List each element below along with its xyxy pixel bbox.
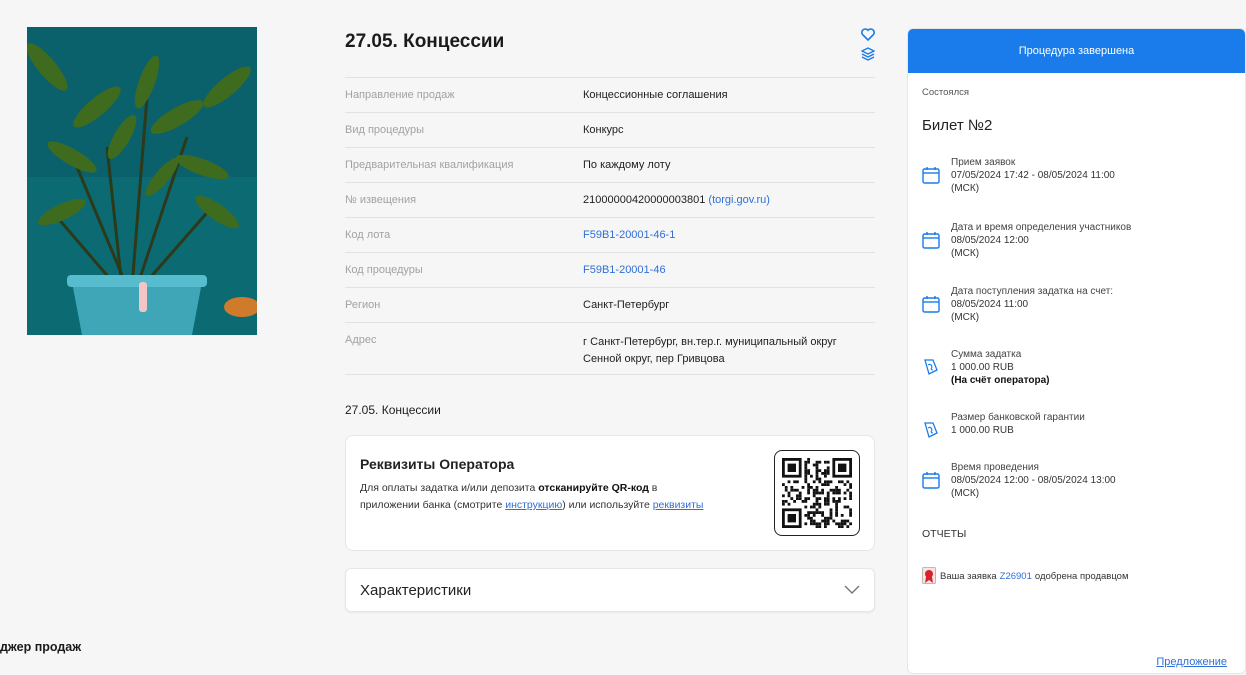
qr-code-image: [782, 458, 852, 528]
lot-photo[interactable]: [27, 27, 257, 335]
calendar-icon: [922, 296, 940, 313]
money-icon: [924, 359, 938, 375]
notice-number: 21000000420000003801: [583, 193, 706, 206]
property-label: № извещения: [345, 194, 417, 206]
info-item: Сумма задатка 1 000.00 RUB (На счёт операт…: [922, 348, 1050, 387]
property-value: Концессионные соглашения: [583, 88, 728, 101]
property-label: Код лота: [345, 229, 391, 241]
info-value: 08/05/2024 12:00 - 08/05/2024 13:00: [951, 475, 1116, 486]
calendar-icon: [922, 472, 940, 489]
calendar-icon: [922, 167, 940, 184]
status-banner: Процедура завершена: [908, 29, 1245, 73]
outcome-text: Состоялся: [922, 87, 970, 98]
info-label: Дата поступления задатка на счет:: [951, 286, 1114, 297]
info-note: (На счёт оператора): [951, 375, 1050, 386]
property-label: Направление продаж: [345, 89, 455, 101]
application-notice: Ваша заявка Z26901 одобрена продавцом: [922, 567, 1129, 585]
lot-name: 27.05. Концессии: [345, 403, 441, 417]
info-note: (МСК): [951, 183, 980, 194]
characteristics-title: Характеристики: [360, 581, 472, 599]
info-note: (МСК): [951, 248, 980, 259]
requisites-text-part: ) или используйте: [562, 499, 653, 511]
properties-table: Направление продаж Концессионные соглаше…: [345, 77, 875, 375]
info-item: Прием заявок 07/05/2024 17:42 - 08/05/202…: [922, 156, 1115, 195]
layers-icon[interactable]: [861, 47, 875, 61]
info-label: Прием заявок: [951, 157, 1016, 168]
property-value: Санкт-Петербург: [583, 298, 670, 311]
requisites-link[interactable]: реквизиты: [653, 499, 704, 511]
info-label: Дата и время определения участников: [951, 222, 1132, 233]
info-item: Дата и время определения участников 08/05…: [922, 221, 1131, 260]
award-icon: [922, 567, 936, 584]
property-value: Конкурс: [583, 123, 624, 136]
procedure-code-link[interactable]: F59B1-20001-46: [583, 262, 875, 279]
requisites-card: Реквизиты Оператора Для оплаты задатка и…: [345, 435, 875, 551]
application-link[interactable]: Z26901: [1000, 571, 1032, 582]
property-value: 21000000420000003801 (torgi.gov.ru): [583, 192, 875, 209]
property-row: Вид процедуры Конкурс: [345, 113, 875, 148]
property-row: Код процедуры F59B1-20001-46: [345, 253, 875, 288]
procedure-sidebar: Процедура завершена Состоялся Билет №2 П…: [907, 28, 1246, 674]
info-value: 1 000.00 RUB: [951, 425, 1014, 436]
requisites-text-part: Для оплаты задатка и/или депозита: [360, 482, 539, 494]
requisites-text-bold: отсканируйте QR-код: [538, 482, 649, 494]
qr-code[interactable]: [774, 450, 860, 536]
lot-code-link[interactable]: F59B1-20001-46-1: [583, 227, 875, 244]
info-value: 08/05/2024 11:00: [951, 299, 1029, 310]
characteristics-accordion[interactable]: Характеристики: [345, 568, 875, 612]
property-label: Вид процедуры: [345, 124, 425, 136]
info-label: Размер банковской гарантии: [951, 412, 1085, 423]
info-value: 08/05/2024 12:00: [951, 235, 1029, 246]
property-label: Регион: [345, 299, 381, 311]
notice-suffix: одобрена продавцом: [1034, 570, 1129, 582]
property-row: Направление продаж Концессионные соглаше…: [345, 78, 875, 113]
ticket-title: Билет №2: [922, 117, 993, 134]
property-label: Адрес: [345, 334, 377, 346]
property-row: Адрес г Санкт-Петербург, вн.тер.г. муниц…: [345, 323, 875, 375]
info-item: Размер банковской гарантии 1 000.00 RUB: [922, 411, 1085, 444]
property-row: № извещения 21000000420000003801 (torgi.…: [345, 183, 875, 218]
property-row: Код лота F59B1-20001-46-1: [345, 218, 875, 253]
manager-label: джер продаж: [0, 640, 82, 654]
torgi-link[interactable]: (torgi.gov.ru): [708, 194, 770, 206]
property-row: Регион Санкт-Петербург: [345, 288, 875, 323]
property-row: Предварительная квалификация По каждому …: [345, 148, 875, 183]
chevron-down-icon[interactable]: [844, 585, 860, 595]
heart-icon[interactable]: [861, 28, 875, 41]
info-item: Дата поступления задатка на счет: 08/05/2…: [922, 285, 1113, 324]
property-label: Код процедуры: [345, 264, 423, 276]
property-value: г Санкт-Петербург, вн.тер.г. муниципальн…: [583, 336, 837, 365]
info-item: Время проведения 08/05/2024 12:00 - 08/05…: [922, 461, 1116, 500]
info-value: 1 000.00 RUB: [951, 362, 1014, 373]
reports-heading: ОТЧЕТЫ: [922, 528, 967, 540]
info-label: Сумма задатка: [951, 349, 1022, 360]
instruction-link[interactable]: инструкцию: [505, 499, 562, 511]
notice-prefix: Ваша заявка: [940, 570, 997, 582]
property-value: По каждому лоту: [583, 158, 671, 171]
money-icon: [924, 422, 938, 438]
info-label: Время проведения: [951, 462, 1039, 473]
calendar-icon: [922, 232, 940, 249]
info-note: (МСК): [951, 312, 980, 323]
info-value: 07/05/2024 17:42 - 08/05/2024 11:00: [951, 170, 1115, 181]
offer-link[interactable]: Предложение: [1156, 656, 1227, 668]
property-label: Предварительная квалификация: [345, 159, 514, 171]
lot-details: 27.05. Концессии Направление продаж Конц…: [345, 28, 875, 612]
lot-actions: [861, 28, 875, 67]
requisites-text: Для оплаты задатка и/или депозита отскан…: [360, 480, 715, 514]
info-note: (МСК): [951, 488, 980, 499]
lot-title: 27.05. Концессии: [345, 31, 505, 52]
